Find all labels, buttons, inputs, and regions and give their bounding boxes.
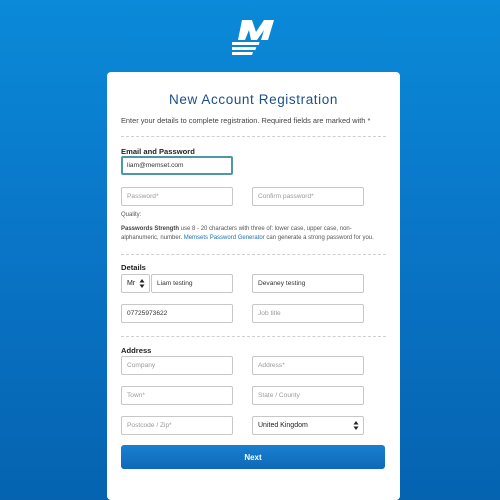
title-select-value: Mr [127, 280, 136, 287]
last-name-field[interactable] [252, 274, 364, 293]
next-button[interactable]: Next [121, 445, 385, 469]
password-generator-link[interactable]: Memsets Password Generator [184, 235, 265, 241]
registration-card: New Account Registration Enter your deta… [107, 72, 400, 500]
section-details-label: Details [121, 263, 146, 272]
postcode-field[interactable] [121, 416, 233, 435]
password-field[interactable] [121, 187, 233, 206]
password-strength-info: Passwords Strength use 8 - 20 characters… [121, 225, 388, 242]
divider [121, 336, 386, 337]
password-strength-label: Passwords Strength [121, 226, 180, 232]
confirm-password-field[interactable] [252, 187, 364, 206]
mythic-beasts-m-logo-icon [232, 20, 274, 55]
email-field[interactable] [121, 156, 233, 175]
select-arrows-icon [139, 279, 145, 288]
company-field[interactable] [121, 356, 233, 375]
divider [121, 254, 386, 255]
town-field[interactable] [121, 386, 233, 405]
section-address-label: Address [121, 346, 152, 355]
job-title-field[interactable] [252, 304, 364, 323]
password-quality-label: Quality: [121, 212, 142, 218]
section-email-password-label: Email and Password [121, 147, 195, 156]
divider [121, 136, 386, 137]
country-select[interactable]: United Kingdom [252, 416, 364, 435]
password-strength-text-end: can generate a strong password for you. [264, 234, 374, 241]
address-field[interactable] [252, 356, 364, 375]
select-arrows-icon [353, 421, 359, 430]
first-name-field[interactable] [151, 274, 233, 293]
state-county-field[interactable] [252, 386, 364, 405]
phone-field[interactable] [121, 304, 233, 323]
country-select-value: United Kingdom [258, 422, 308, 429]
intro-text: Enter your details to complete registrat… [121, 116, 371, 125]
title-select[interactable]: Mr [121, 274, 150, 293]
page-title: New Account Registration [169, 92, 338, 107]
